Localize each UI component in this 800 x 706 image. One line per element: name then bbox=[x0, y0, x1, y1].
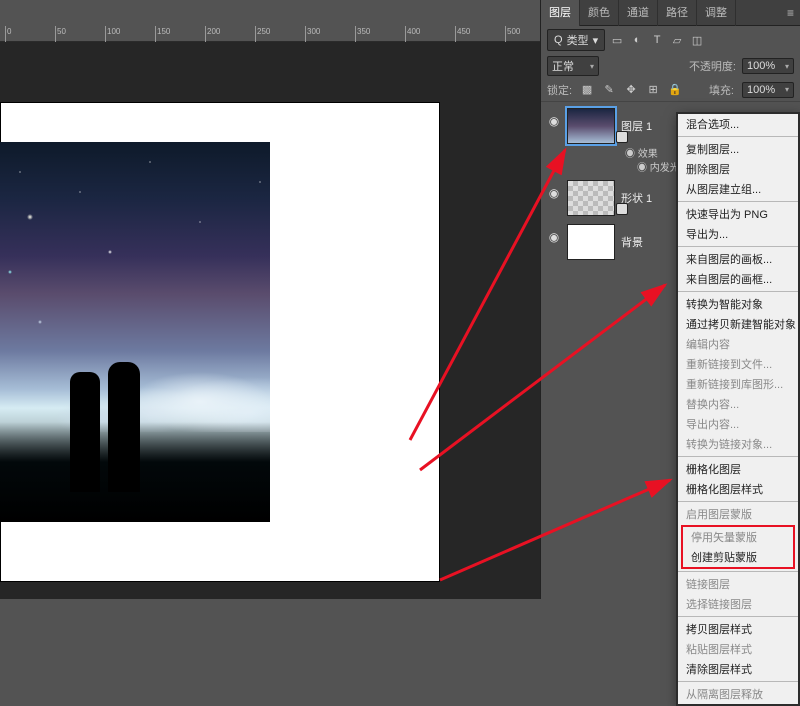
lock-pixels-icon[interactable]: ▩ bbox=[580, 83, 594, 96]
cm-copy-style[interactable]: 拷贝图层样式 bbox=[678, 619, 798, 639]
tab-paths[interactable]: 路径 bbox=[658, 0, 697, 26]
visibility-toggle[interactable]: ◉ bbox=[547, 230, 561, 244]
chevron-down-icon: ▾ bbox=[785, 85, 789, 94]
blend-mode-value: 正常 bbox=[552, 58, 574, 74]
filter-label: 类型 bbox=[567, 32, 589, 48]
lock-row: 锁定: ▩ ✎ ✥ ⊞ 🔒 填充: 100% ▾ bbox=[541, 78, 800, 102]
layer-filter-row: Q 类型 ▾ ▭ ◐ T ▱ ◫ bbox=[541, 26, 800, 54]
cm-rasterize[interactable]: 栅格化图层 bbox=[678, 459, 798, 479]
cm-relink-file: 重新链接到文件... bbox=[678, 354, 798, 374]
filter-shape-icon[interactable]: ▱ bbox=[669, 32, 685, 48]
filter-adjust-icon[interactable]: ◐ bbox=[629, 32, 645, 48]
cm-select-linked: 选择链接图层 bbox=[678, 594, 798, 614]
blend-mode-select[interactable]: 正常 ▾ bbox=[547, 56, 599, 76]
cm-enable-layer-mask: 启用图层蒙版 bbox=[678, 504, 798, 524]
cm-to-linked: 转换为链接对象... bbox=[678, 434, 798, 454]
cm-disable-vector-mask: 停用矢量蒙版 bbox=[683, 527, 793, 547]
horizontal-ruler: 0 50 100 150 200 250 300 350 400 450 500 bbox=[0, 26, 540, 42]
tab-layers[interactable]: 图层 bbox=[541, 0, 580, 26]
annotation-highlight: 停用矢量蒙版 创建剪贴蒙版 bbox=[681, 525, 795, 569]
chevron-down-icon: ▾ bbox=[593, 34, 599, 47]
cm-delete-layer[interactable]: 删除图层 bbox=[678, 159, 798, 179]
cm-artboard-from[interactable]: 来自图层的画板... bbox=[678, 249, 798, 269]
cm-replace-content: 替换内容... bbox=[678, 394, 798, 414]
filter-prefix: Q bbox=[554, 34, 563, 46]
cm-new-smart-copy[interactable]: 通过拷贝新建智能对象 bbox=[678, 314, 798, 334]
layer-thumbnail[interactable] bbox=[567, 180, 615, 216]
layer-thumbnail[interactable] bbox=[567, 108, 615, 144]
mask-badge-icon bbox=[616, 203, 628, 215]
filter-image-icon[interactable]: ▭ bbox=[609, 32, 625, 48]
cm-export-as[interactable]: 导出为... bbox=[678, 224, 798, 244]
mask-badge-icon bbox=[616, 131, 628, 143]
visibility-toggle[interactable]: ◉ bbox=[547, 114, 561, 128]
lock-artboard-icon[interactable]: ⊞ bbox=[646, 83, 660, 96]
layer-name[interactable]: 背景 bbox=[621, 234, 643, 250]
cm-relink-lib: 重新链接到库图形... bbox=[678, 374, 798, 394]
cm-blend-options[interactable]: 混合选项... bbox=[678, 114, 798, 134]
lock-label: 锁定: bbox=[547, 82, 572, 98]
cm-from-isolation: 从隔离图层释放 bbox=[678, 684, 798, 704]
opacity-input[interactable]: 100% ▾ bbox=[742, 58, 794, 74]
opacity-value: 100% bbox=[747, 60, 775, 72]
fill-label: 填充: bbox=[709, 82, 734, 98]
fill-input[interactable]: 100% ▾ bbox=[742, 82, 794, 98]
layer-context-menu: 混合选项... 复制图层... 删除图层 从图层建立组... 快速导出为 PNG… bbox=[676, 112, 800, 706]
canvas-area[interactable] bbox=[0, 42, 540, 599]
tab-adjustments[interactable]: 调整 bbox=[697, 0, 736, 26]
panel-menu-icon[interactable]: ≡ bbox=[781, 6, 800, 20]
cm-export-content: 导出内容... bbox=[678, 414, 798, 434]
cm-link-layers: 链接图层 bbox=[678, 574, 798, 594]
filter-smart-icon[interactable]: ◫ bbox=[689, 32, 705, 48]
chevron-down-icon: ▾ bbox=[590, 62, 594, 71]
document-image bbox=[0, 142, 270, 522]
lock-brush-icon[interactable]: ✎ bbox=[602, 83, 616, 96]
cm-frame-from[interactable]: 来自图层的画框... bbox=[678, 269, 798, 289]
chevron-down-icon: ▾ bbox=[785, 62, 789, 71]
panel-tabs: 图层 颜色 通道 路径 调整 ≡ bbox=[541, 0, 800, 26]
lock-position-icon[interactable]: ✥ bbox=[624, 83, 638, 96]
layer-type-filter[interactable]: Q 类型 ▾ bbox=[547, 29, 605, 51]
lock-all-icon[interactable]: 🔒 bbox=[668, 83, 682, 96]
cm-to-smart[interactable]: 转换为智能对象 bbox=[678, 294, 798, 314]
tab-channels[interactable]: 通道 bbox=[619, 0, 658, 26]
opacity-label: 不透明度: bbox=[689, 58, 736, 74]
cm-quick-export-png[interactable]: 快速导出为 PNG bbox=[678, 204, 798, 224]
cm-rasterize-style[interactable]: 栅格化图层样式 bbox=[678, 479, 798, 499]
visibility-toggle[interactable]: ◉ bbox=[547, 186, 561, 200]
cm-group-from[interactable]: 从图层建立组... bbox=[678, 179, 798, 199]
cm-edit-content: 编辑内容 bbox=[678, 334, 798, 354]
blend-opacity-row: 正常 ▾ 不透明度: 100% ▾ bbox=[541, 54, 800, 78]
cm-create-clip-mask[interactable]: 创建剪贴蒙版 bbox=[683, 547, 793, 567]
cm-clear-style[interactable]: 清除图层样式 bbox=[678, 659, 798, 679]
filter-text-icon[interactable]: T bbox=[649, 32, 665, 48]
layer-thumbnail[interactable] bbox=[567, 224, 615, 260]
fill-value: 100% bbox=[747, 84, 775, 96]
cm-paste-style: 粘贴图层样式 bbox=[678, 639, 798, 659]
tab-colors[interactable]: 颜色 bbox=[580, 0, 619, 26]
cm-copy-layer[interactable]: 复制图层... bbox=[678, 139, 798, 159]
